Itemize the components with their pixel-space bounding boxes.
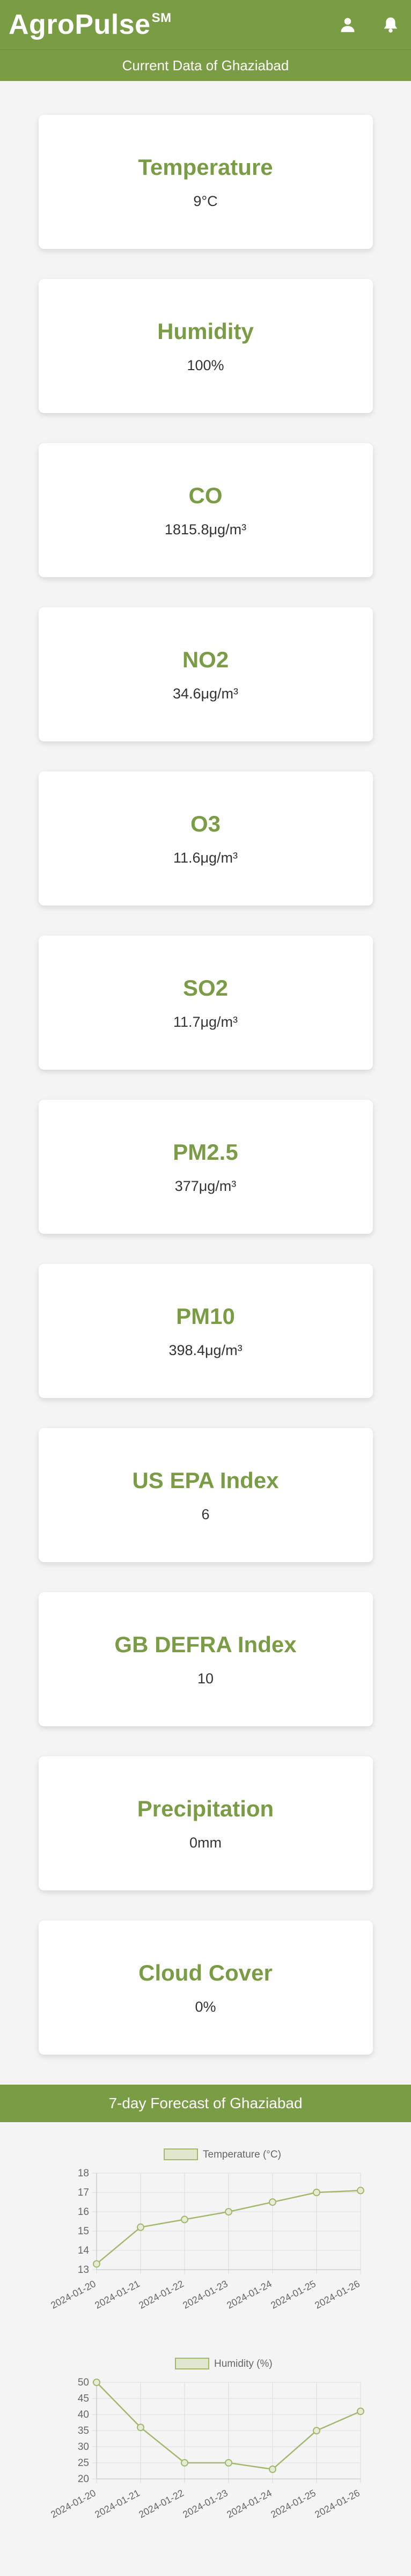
brand-name: AgroPulse (9, 9, 151, 40)
card-value: 34.6μg/m³ (172, 685, 239, 702)
cloud-cover-card: Cloud Cover 0% (38, 1920, 373, 2055)
card-value: 10 (197, 1670, 214, 1687)
humidity-data-point (181, 2459, 188, 2467)
humidity-y-tick-label: 20 (78, 2474, 89, 2485)
card-value: 1815.8μg/m³ (164, 521, 247, 538)
brand-service-mark: SM (151, 10, 172, 25)
humidity-card: Humidity 100% (38, 279, 373, 413)
temperature-x-tick-label: 2024-01-25 (269, 2278, 318, 2311)
us-epa-index-card: US EPA Index 6 (38, 1428, 373, 1562)
humidity-x-tick-label: 2024-01-25 (269, 2487, 318, 2520)
temperature-x-tick-label: 2024-01-26 (313, 2278, 362, 2311)
card-value: 398.4μg/m³ (168, 1342, 243, 1358)
temperature-data-point (357, 2187, 364, 2195)
temperature-x-tick-label: 2024-01-24 (225, 2278, 274, 2311)
card-title: Humidity (157, 318, 254, 344)
card-title: NO2 (182, 646, 229, 672)
no2-card: NO2 34.6μg/m³ (38, 607, 373, 741)
temperature-y-tick-label: 13 (78, 2264, 89, 2276)
temperature-data-point (313, 2189, 320, 2196)
humidity-data-point (313, 2427, 320, 2434)
temperature-y-tick-label: 18 (78, 2168, 89, 2179)
temperature-x-tick-label: 2024-01-20 (49, 2278, 98, 2311)
temperature-data-point (269, 2198, 276, 2206)
humidity-x-tick-label: 2024-01-24 (225, 2487, 274, 2520)
humidity-y-tick-label: 25 (78, 2457, 89, 2469)
metrics-list: Temperature 9°C Humidity 100% CO 1815.8μg/m… (0, 81, 411, 2055)
temperature-x-tick-label: 2024-01-21 (93, 2278, 142, 2311)
temperature-y-tick-label: 14 (78, 2245, 90, 2256)
temperature-data-point (225, 2208, 232, 2216)
humidity-chart: Humidity (%) 20 25 30 35 40 45 50 2024-01-20 2024… (0, 2331, 411, 2541)
temperature-legend-swatch (164, 2148, 198, 2160)
temperature-legend-label: Temperature (°C) (203, 2149, 281, 2160)
user-icon[interactable] (338, 15, 357, 34)
humidity-data-point (269, 2465, 276, 2473)
humidity-data-point (137, 2424, 144, 2431)
temperature-x-tick-label: 2024-01-22 (137, 2278, 186, 2311)
card-value: 6 (201, 1506, 210, 1522)
temperature-x-tick-label: 2024-01-23 (181, 2278, 230, 2311)
temperature-data-point (181, 2216, 188, 2224)
o3-card: O3 11.6μg/m³ (38, 771, 373, 906)
humidity-chart-svg: Humidity (%)202530354045502024-01-202024… (49, 2358, 364, 2520)
temperature-chart: Temperature (°C) 13 14 15 16 17 18 2024-01-20 20… (0, 2122, 411, 2331)
humidity-y-tick-label: 35 (78, 2425, 89, 2437)
humidity-y-tick-label: 30 (78, 2441, 89, 2453)
co-card: CO 1815.8μg/m³ (38, 443, 373, 577)
humidity-x-tick-label: 2024-01-22 (137, 2487, 186, 2520)
pm10-card: PM10 398.4μg/m³ (38, 1264, 373, 1398)
card-value: 11.6μg/m³ (173, 849, 238, 866)
temperature-y-tick-label: 16 (78, 2206, 89, 2218)
card-title: CO (188, 482, 223, 508)
card-value: 100% (187, 357, 224, 373)
app-header: AgroPulseSM (0, 0, 411, 49)
gb-defra-index-card: GB DEFRA Index 10 (38, 1592, 373, 1726)
temperature-chart-svg: Temperature (°C)1314151617182024-01-2020… (49, 2148, 364, 2311)
card-title: O3 (190, 811, 221, 836)
precipitation-card: Precipitation 0mm (38, 1756, 373, 1890)
humidity-x-tick-label: 2024-01-26 (313, 2487, 362, 2520)
forecast-heading: 7-day Forecast of Ghaziabad (0, 2085, 411, 2122)
brand-logo[interactable]: AgroPulseSM (9, 11, 172, 39)
humidity-data-point (225, 2459, 232, 2467)
humidity-data-point (93, 2379, 100, 2386)
bell-icon[interactable] (381, 15, 400, 34)
card-title: SO2 (182, 975, 229, 1000)
humidity-legend-label: Humidity (%) (214, 2358, 273, 2369)
header-actions (338, 15, 400, 34)
temperature-y-tick-label: 17 (78, 2187, 89, 2198)
so2-card: SO2 11.7μg/m³ (38, 936, 373, 1070)
card-title: PM2.5 (173, 1139, 238, 1165)
card-title: US EPA Index (132, 1467, 279, 1493)
current-data-heading: Current Data of Ghaziabad (0, 49, 411, 81)
card-title: PM10 (176, 1303, 235, 1329)
card-value: 0mm (189, 1834, 222, 1851)
card-value: 377μg/m³ (174, 1177, 237, 1194)
humidity-data-point (357, 2408, 364, 2415)
temperature-card: Temperature 9°C (38, 115, 373, 249)
card-value: 0% (195, 1998, 216, 2015)
card-title: GB DEFRA Index (114, 1631, 297, 1657)
card-value: 9°C (193, 193, 218, 209)
humidity-y-tick-label: 50 (78, 2377, 89, 2388)
humidity-x-tick-label: 2024-01-20 (49, 2487, 98, 2520)
humidity-x-tick-label: 2024-01-21 (93, 2487, 142, 2520)
humidity-x-tick-label: 2024-01-23 (181, 2487, 230, 2520)
pm25-card: PM2.5 377μg/m³ (38, 1100, 373, 1234)
card-value: 11.7μg/m³ (173, 1013, 238, 1030)
card-title: Temperature (138, 154, 273, 180)
humidity-y-tick-label: 40 (78, 2409, 89, 2420)
humidity-y-tick-label: 45 (78, 2393, 89, 2404)
humidity-legend-swatch (175, 2358, 209, 2369)
card-title: Precipitation (137, 1795, 274, 1821)
card-title: Cloud Cover (138, 1960, 273, 1985)
temperature-data-point (93, 2260, 100, 2268)
temperature-data-point (137, 2223, 144, 2231)
temperature-y-tick-label: 15 (78, 2226, 89, 2237)
